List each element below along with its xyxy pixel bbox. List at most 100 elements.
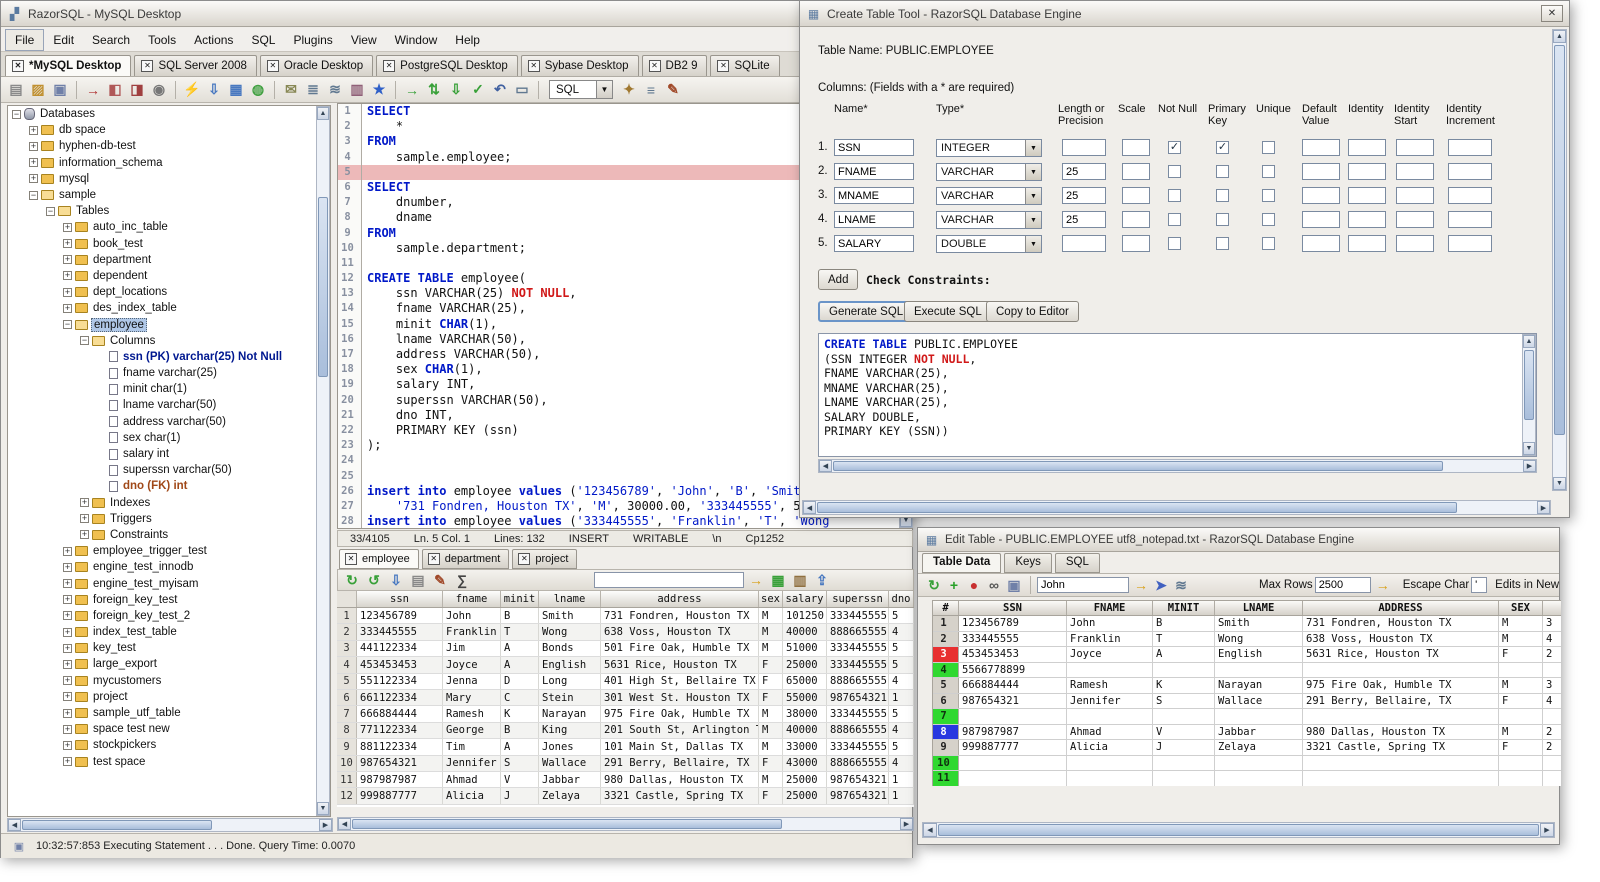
close-tab-icon[interactable]: ✕ <box>527 60 540 72</box>
menu-file[interactable]: File <box>5 28 45 51</box>
unique-checkbox[interactable] <box>1262 141 1275 154</box>
table-cell[interactable] <box>1499 771 1543 786</box>
identity-start-input[interactable] <box>1396 163 1434 180</box>
table-cell[interactable]: V <box>1153 724 1215 739</box>
default-value-input[interactable] <box>1302 139 1340 156</box>
chevron-down-icon[interactable]: ▼ <box>1025 164 1041 180</box>
table-cell[interactable]: B <box>501 608 539 624</box>
table-cell[interactable]: 25000 <box>783 788 827 804</box>
table-cell[interactable]: 43000 <box>783 755 827 771</box>
power-icon[interactable]: ◉ <box>149 80 169 100</box>
table-cell[interactable] <box>1543 663 1561 678</box>
tree-item[interactable]: address varchar(50) <box>8 414 316 430</box>
table-cell[interactable]: King <box>539 722 601 739</box>
tree-item[interactable]: + auto_inc_table <box>8 219 316 235</box>
edit-results-icon[interactable]: ✎ <box>430 570 450 590</box>
table-cell[interactable]: M <box>759 771 783 788</box>
table-cell[interactable] <box>1153 771 1215 786</box>
sql-hscrollbar[interactable]: ◀ ▶ <box>818 459 1537 473</box>
table-cell[interactable]: 5 <box>889 739 914 755</box>
table-cell[interactable]: M <box>1499 616 1543 631</box>
refresh-icon[interactable]: ↻ <box>924 575 944 595</box>
tree-item[interactable]: + index_test_table <box>8 624 316 640</box>
undo-icon[interactable]: ↶ <box>490 80 510 100</box>
tree-item[interactable]: dno (FK) int <box>8 478 316 494</box>
edit-titlebar[interactable]: ▦ Edit Table - PUBLIC.EMPLOYEE utf8_note… <box>918 528 1559 552</box>
unique-checkbox[interactable] <box>1262 213 1275 226</box>
identity-increment-input[interactable] <box>1448 235 1492 252</box>
table-cell[interactable] <box>1215 709 1303 724</box>
table-cell[interactable] <box>1153 662 1215 677</box>
tree-item[interactable]: sex char(1) <box>8 430 316 446</box>
expand-icon[interactable]: + <box>63 708 72 718</box>
connection-tab[interactable]: ✕ DB2 9 <box>641 55 708 76</box>
column-name-input[interactable] <box>834 211 914 228</box>
menu-tools[interactable]: Tools <box>139 30 185 50</box>
chevron-down-icon[interactable]: ▼ <box>1025 212 1041 228</box>
scale-input[interactable] <box>1122 235 1150 252</box>
expand-icon[interactable]: + <box>29 125 38 135</box>
table-cell[interactable]: 501 Fire Oak, Humble TX <box>601 640 759 657</box>
column-header[interactable]: FNAME <box>1067 601 1153 615</box>
scale-input[interactable] <box>1122 211 1150 228</box>
primary-key-checkbox[interactable]: ✓ <box>1216 141 1229 154</box>
table-cell[interactable]: 441122334 <box>357 640 443 657</box>
mail-icon[interactable]: ✉ <box>281 80 301 100</box>
table-cell[interactable]: 771122334 <box>357 722 443 739</box>
table-cell[interactable] <box>1215 771 1303 786</box>
collapse-icon[interactable]: − <box>80 336 89 346</box>
table-cell[interactable]: 333445555 <box>827 608 889 624</box>
table-cell[interactable] <box>1303 771 1499 786</box>
table-cell[interactable]: John <box>443 608 501 624</box>
table-cell[interactable]: 333445555 <box>827 640 889 657</box>
expand-icon[interactable]: + <box>63 562 72 572</box>
table-row[interactable]: 2 333445555 Franklin T Wong 638 Voss, Houston… <box>337 624 914 641</box>
table-cell[interactable]: Wallace <box>539 755 601 771</box>
connection-tab[interactable]: ✕ Oracle Desktop <box>259 55 374 76</box>
edit-grid[interactable]: # SSN FNAME MINIT LNAME ADDRESS SEX 1 123456789 J… <box>932 600 1561 786</box>
table-cell[interactable]: 4 <box>889 624 914 640</box>
table-cell[interactable]: J <box>501 788 539 804</box>
tree-item[interactable]: lname varchar(50) <box>8 397 316 413</box>
lightning-icon[interactable]: ⚡ <box>182 80 202 100</box>
generated-sql-text[interactable]: CREATE TABLE PUBLIC.EMPLOYEE (SSN INTEGER… <box>818 333 1537 457</box>
close-tab-icon[interactable]: ✕ <box>648 60 661 72</box>
table-cell[interactable]: M <box>759 706 783 722</box>
table-row[interactable]: 2 333445555 Franklin T Wong 638 Voss, Houston… <box>933 631 1561 647</box>
table-cell[interactable]: 987654321 <box>357 755 443 771</box>
result-search-input[interactable] <box>594 572 744 588</box>
add-table-icon[interactable]: ▦ <box>768 570 788 590</box>
length-input[interactable] <box>1062 187 1106 204</box>
not-null-checkbox[interactable] <box>1168 165 1181 178</box>
table-cell[interactable] <box>1543 709 1561 724</box>
table-cell[interactable] <box>1303 755 1499 770</box>
table-cell[interactable]: 40000 <box>783 722 827 739</box>
table-cell[interactable]: T <box>501 624 539 640</box>
window-vscrollbar[interactable]: ▲ ▼ <box>1552 29 1567 491</box>
table-cell[interactable]: 291 Berry, Bellaire, TX <box>1303 693 1499 708</box>
scroll-up-icon[interactable]: ▲ <box>317 107 329 120</box>
save-edits-icon[interactable]: ▣ <box>1004 575 1024 595</box>
table-cell[interactable]: 5 <box>889 608 914 624</box>
execute-icon[interactable]: ≣ <box>303 80 323 100</box>
menu-view[interactable]: View <box>342 30 386 50</box>
preview-icon[interactable]: ∞ <box>984 575 1004 595</box>
table-cell[interactable]: 5 <box>889 640 914 657</box>
expand-icon[interactable]: + <box>63 740 72 750</box>
column-type-select[interactable]: VARCHAR ▼ <box>936 187 1042 205</box>
fetch-icon[interactable]: ⇅ <box>424 80 444 100</box>
column-type-select[interactable]: VARCHAR ▼ <box>936 163 1042 181</box>
table-cell[interactable]: Smith <box>1215 616 1303 631</box>
table-cell[interactable] <box>1067 771 1153 786</box>
table-cell[interactable]: Smith <box>539 608 601 624</box>
table-cell[interactable]: English <box>1215 647 1303 662</box>
primary-key-checkbox[interactable] <box>1216 189 1229 202</box>
table-cell[interactable]: Jabbar <box>539 771 601 788</box>
table-cell[interactable]: 980 Dallas, Houston TX <box>1303 724 1499 739</box>
close-tab-icon[interactable]: ✕ <box>383 60 396 72</box>
length-input[interactable] <box>1062 211 1106 228</box>
tree-item[interactable]: + Indexes <box>8 495 316 511</box>
table-row[interactable]: 10 987654321 Jennifer S Wallace 291 Berry, Be… <box>337 755 914 772</box>
table-cell[interactable]: 33000 <box>783 739 827 755</box>
table-cell[interactable]: M <box>759 640 783 657</box>
